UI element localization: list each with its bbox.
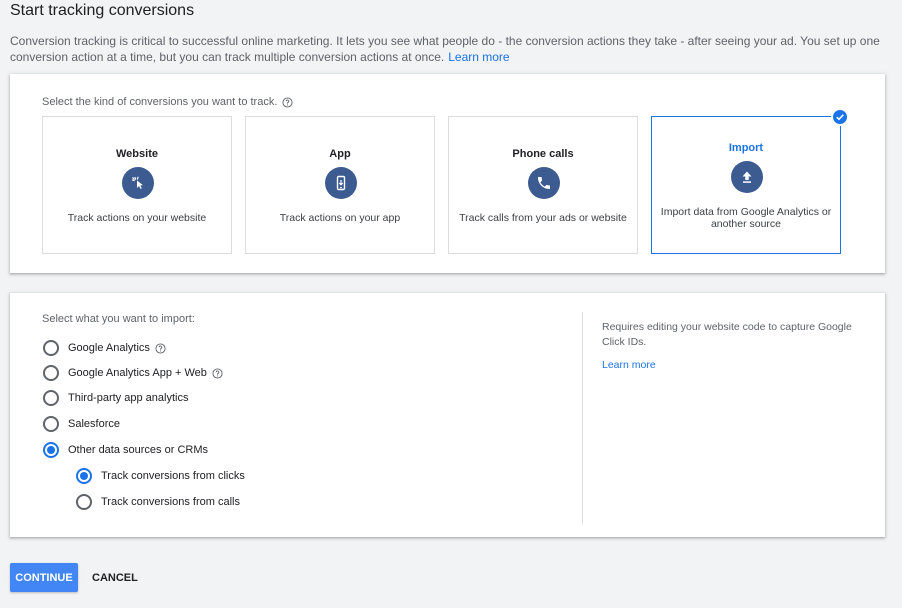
radio-button[interactable] xyxy=(43,416,59,432)
option-description: Import data from Google Analytics or ano… xyxy=(660,206,832,230)
option-title: Website xyxy=(116,148,158,160)
radio-button[interactable] xyxy=(43,390,59,406)
check-circle-icon xyxy=(831,108,849,126)
smartphone-icon xyxy=(325,167,357,199)
option-description: Track actions on your website xyxy=(67,212,207,224)
radio-button[interactable] xyxy=(43,442,59,458)
radio-label: Track conversions from clicks xyxy=(101,470,245,482)
radio-track-calls[interactable]: Track conversions from calls xyxy=(76,494,240,510)
import-source-card: Select what you want to import: Google A… xyxy=(10,293,885,537)
intro-learn-more-link[interactable]: Learn more xyxy=(448,50,509,64)
radio-button[interactable] xyxy=(43,340,59,356)
page-title: Start tracking conversions xyxy=(10,2,195,19)
intro-text: Conversion tracking is critical to succe… xyxy=(10,33,895,65)
intro-body: Conversion tracking is critical to succe… xyxy=(10,34,880,64)
radio-button[interactable] xyxy=(43,365,59,381)
option-title: App xyxy=(329,148,351,160)
divider xyxy=(582,312,583,524)
cancel-button[interactable]: CANCEL xyxy=(86,563,144,592)
radio-label: Salesforce xyxy=(68,418,120,430)
conversion-kind-card: Select the kind of conversions you want … xyxy=(10,74,885,273)
import-prompt: Select what you want to import: xyxy=(42,313,195,325)
option-import[interactable]: Import Import data from Google Analytics… xyxy=(651,108,849,254)
continue-button[interactable]: CONTINUE xyxy=(10,563,78,592)
radio-label: Track conversions from calls xyxy=(101,496,240,508)
note-learn-more-link[interactable]: Learn more xyxy=(602,359,656,371)
radio-salesforce[interactable]: Salesforce xyxy=(43,416,120,432)
radio-google-analytics-app-web[interactable]: Google Analytics App + Web xyxy=(43,365,223,381)
option-title: Import xyxy=(728,142,764,154)
option-app[interactable]: App Track actions on your app xyxy=(245,116,435,254)
option-description: Track calls from your ads or website xyxy=(459,212,627,224)
kind-prompt-label: Select the kind of conversions you want … xyxy=(42,96,278,108)
radio-label: Google Analytics xyxy=(68,342,150,354)
radio-track-clicks[interactable]: Track conversions from clicks xyxy=(76,468,245,484)
option-phone-calls[interactable]: Phone calls Track calls from your ads or… xyxy=(448,116,638,254)
cursor-click-icon xyxy=(122,167,154,199)
option-title: Phone calls xyxy=(512,148,574,160)
radio-google-analytics[interactable]: Google Analytics xyxy=(43,340,166,356)
help-icon[interactable] xyxy=(155,342,166,354)
help-icon[interactable] xyxy=(212,367,223,379)
option-description: Track actions on your app xyxy=(279,212,401,224)
kind-prompt: Select the kind of conversions you want … xyxy=(42,96,293,108)
radio-label: Other data sources or CRMs xyxy=(68,444,208,456)
radio-label: Third-party app analytics xyxy=(68,392,189,404)
option-website[interactable]: Website Track actions on your website xyxy=(42,116,232,254)
phone-icon xyxy=(528,167,560,199)
radio-other-data-sources[interactable]: Other data sources or CRMs xyxy=(43,442,208,458)
requirement-note: Requires editing your website code to ca… xyxy=(602,321,852,348)
radio-label: Google Analytics App + Web xyxy=(68,367,207,379)
radio-third-party-app-analytics[interactable]: Third-party app analytics xyxy=(43,390,188,406)
radio-button[interactable] xyxy=(76,494,92,510)
help-icon[interactable] xyxy=(282,96,293,108)
upload-icon xyxy=(731,161,763,193)
radio-button[interactable] xyxy=(76,468,92,484)
